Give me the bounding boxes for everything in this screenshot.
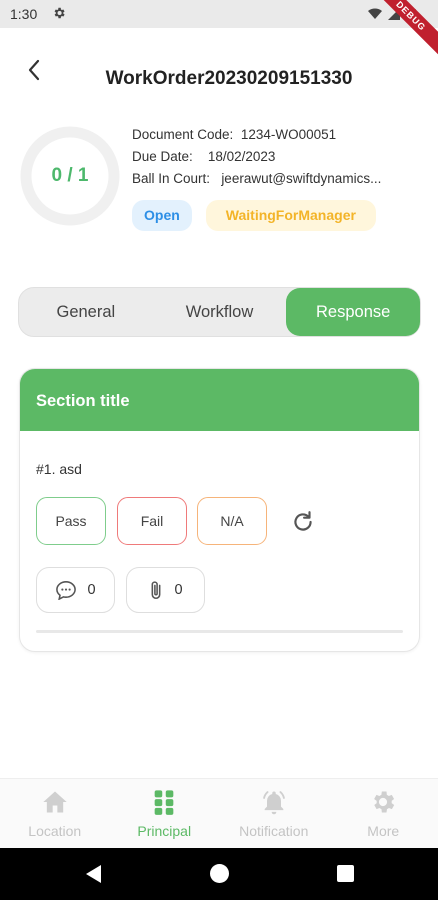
status-badge: Open bbox=[132, 200, 192, 231]
due-date-row: Due Date: 18/02/2023 bbox=[132, 148, 428, 170]
document-code-value: 1234-WO00051 bbox=[240, 127, 337, 142]
status-time: 1:30 bbox=[10, 6, 38, 22]
paperclip-icon bbox=[152, 581, 161, 600]
bell-icon bbox=[262, 791, 285, 815]
tab-general[interactable]: General bbox=[19, 288, 153, 336]
work-order-info: Document Code: 1234-WO00051 Due Date: 18… bbox=[132, 126, 428, 192]
nav-location[interactable]: Location bbox=[0, 779, 110, 848]
status-bar: 1:30 DEBUG bbox=[0, 0, 438, 61]
nav-label-notification: Notification bbox=[239, 823, 309, 839]
comment-button[interactable]: 0 bbox=[36, 567, 115, 613]
nav-principal[interactable]: Principal bbox=[110, 779, 220, 848]
home-icon bbox=[43, 791, 67, 813]
fail-button[interactable]: Fail bbox=[117, 497, 187, 545]
section-card: Section title #1. asd Pass Fail N/A 0 0 bbox=[19, 368, 420, 652]
tab-bar: General Workflow Response bbox=[18, 287, 421, 337]
nav-notification[interactable]: Notification bbox=[219, 779, 329, 848]
ball-in-court-label: Ball In Court: bbox=[132, 171, 211, 186]
comment-count: 0 bbox=[87, 582, 96, 598]
nav-label-more: More bbox=[367, 823, 400, 839]
tab-workflow[interactable]: Workflow bbox=[153, 288, 287, 336]
nav-label-principal: Principal bbox=[137, 823, 192, 839]
system-nav-bar bbox=[0, 848, 438, 900]
document-code-row: Document Code: 1234-WO00051 bbox=[132, 126, 428, 148]
na-button[interactable]: N/A bbox=[197, 497, 267, 545]
tab-response[interactable]: Response bbox=[286, 288, 421, 336]
gear-icon bbox=[374, 791, 395, 813]
ball-in-court-value: jeerawut@swiftdynamics... bbox=[221, 171, 382, 186]
settings-status-icon bbox=[54, 7, 65, 19]
question-label: #1. asd bbox=[36, 461, 82, 477]
pass-button[interactable]: Pass bbox=[36, 497, 106, 545]
status-badges: Open WaitingForManager bbox=[132, 200, 376, 231]
due-date-label: Due Date: bbox=[132, 149, 193, 164]
due-date-value: 18/02/2023 bbox=[207, 149, 276, 164]
comment-icon bbox=[56, 581, 77, 600]
bottom-nav: Location Principal Notification More bbox=[0, 778, 438, 848]
system-home-icon[interactable] bbox=[210, 864, 229, 883]
nav-label-location: Location bbox=[28, 823, 82, 839]
section-title: Section title bbox=[20, 369, 419, 431]
page-title: WorkOrder20230209151330 bbox=[105, 68, 353, 89]
workflow-state-badge: WaitingForManager bbox=[205, 200, 376, 231]
attachment-count: 0 bbox=[174, 582, 183, 598]
ball-in-court-row: Ball In Court: jeerawut@swiftdynamics... bbox=[132, 170, 428, 192]
refresh-icon[interactable] bbox=[290, 509, 316, 535]
system-back-icon[interactable] bbox=[84, 864, 102, 884]
attachment-button[interactable]: 0 bbox=[126, 567, 205, 613]
progress-count: 0 / 1 bbox=[51, 165, 89, 186]
system-recents-icon[interactable] bbox=[337, 865, 354, 882]
section-divider bbox=[36, 630, 403, 633]
grid-icon bbox=[154, 790, 174, 815]
nav-more[interactable]: More bbox=[329, 779, 438, 848]
document-code-label: Document Code: bbox=[132, 127, 234, 142]
